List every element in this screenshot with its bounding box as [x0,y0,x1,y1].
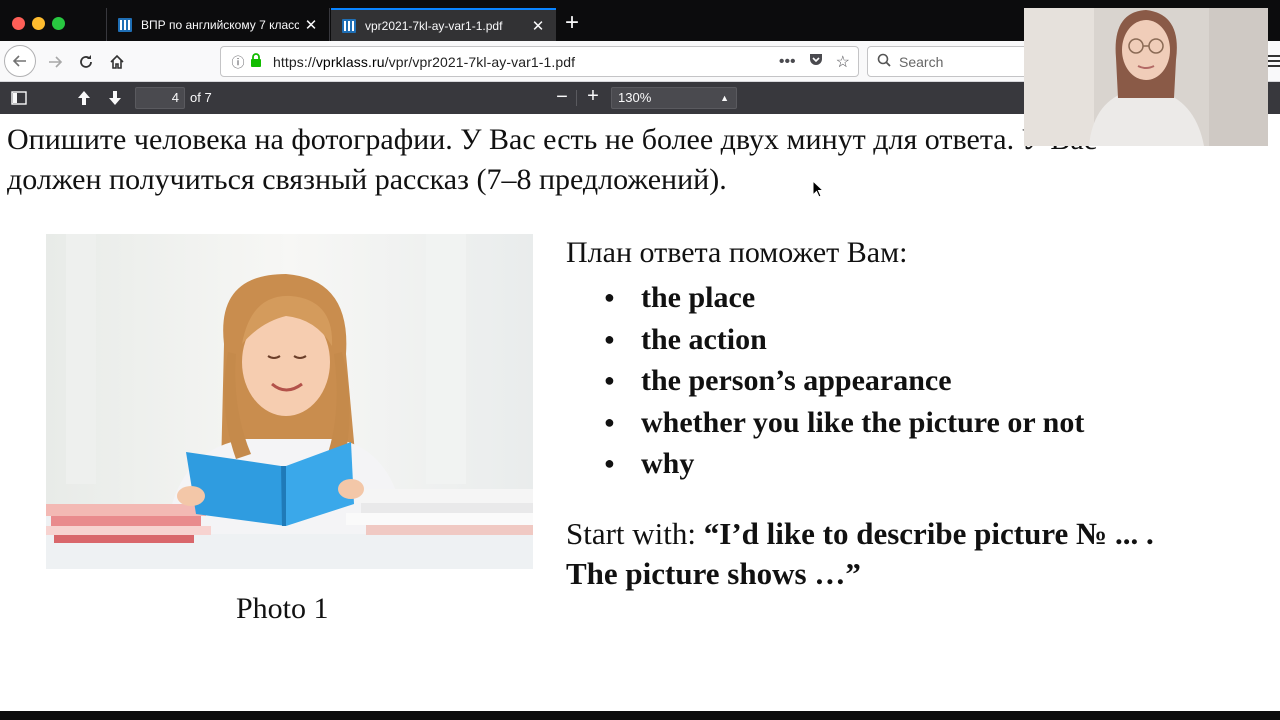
webcam-overlay [1024,8,1268,146]
tab-title: ВПР по английскому 7 класс 2 [141,17,299,32]
zoom-out-button[interactable]: − [553,86,571,109]
home-icon [110,54,124,69]
plan-title: План ответа поможет Вам: [566,236,908,269]
photo-girl-reading [46,234,533,569]
search-placeholder: Search [899,53,944,70]
tab-vpr-english[interactable]: ВПР по английскому 7 класс 2 ✕ [106,8,330,41]
info-icon[interactable]: ⓘ [227,52,249,71]
page-actions-icon[interactable]: ••• [779,53,796,71]
sidebar-toggle-icon[interactable] [10,89,28,107]
forward-button[interactable] [40,47,70,77]
next-page-icon[interactable] [106,89,124,107]
start-label: Start with: [566,516,704,551]
close-tab-icon[interactable]: ✕ [303,16,319,34]
url-text[interactable]: https://vprklass.ru/vpr/vpr2021-7kl-ay-v… [273,54,779,70]
pocket-icon[interactable] [808,51,824,72]
start-with-text: Start with: “I’d like to describe pictur… [566,514,1266,594]
site-favicon-icon [117,17,133,33]
back-button[interactable] [4,45,36,77]
instruction-line-2: должен получиться связный рассказ (7–8 п… [7,163,727,196]
window-maximize-button[interactable] [52,17,65,30]
search-icon [877,53,891,70]
start-quote-line-1: “I’d like to describe picture № ... . [703,516,1154,551]
zoom-in-button[interactable]: + [584,85,602,108]
list-item: the action [604,319,1084,361]
pdf-page: Опишите человека на фотографии. У Вас ес… [0,114,1280,711]
menu-icon[interactable] [1266,54,1280,73]
previous-page-icon[interactable] [75,89,93,107]
start-quote-line-2: The picture shows …” [566,556,861,591]
close-tab-icon[interactable]: ✕ [530,17,546,35]
bottom-edge [0,711,1280,720]
zoom-value: 130% [618,90,652,105]
site-favicon-icon [341,18,357,34]
scrollbar[interactable] [1267,114,1280,711]
arrow-right-icon [49,56,63,68]
reload-button[interactable] [71,47,101,77]
url-path: /vpr/vpr2021-7kl-ay-var1-1.pdf [384,53,576,70]
list-item: the place [604,277,1084,319]
list-item: why [604,443,1084,485]
address-bar[interactable]: ⓘ https://vprklass.ru/vpr/vpr2021-7kl-ay… [220,46,859,77]
page-count-label: of 7 [190,90,212,105]
tab-title: vpr2021-7kl-ay-var1-1.pdf [365,18,503,33]
zoom-divider [576,90,577,106]
mouse-cursor-icon [812,180,824,198]
reload-icon [80,55,92,68]
bookmark-star-icon[interactable]: ☆ [836,52,850,72]
arrow-left-icon [12,55,26,67]
page-number-input[interactable]: 4 [135,87,185,109]
window-minimize-button[interactable] [32,17,45,30]
url-scheme: https:// [273,53,316,70]
tab-pdf-document[interactable]: vpr2021-7kl-ay-var1-1.pdf ✕ [331,8,556,41]
new-tab-button[interactable]: + [562,11,582,35]
photo-caption: Photo 1 [236,592,329,625]
list-item: whether you like the picture or not [604,402,1084,444]
zoom-select[interactable]: 130% ▲▼ [611,87,737,123]
plan-list: the place the action the person’s appear… [604,277,1084,485]
url-host: vprklass.ru [315,53,385,70]
lock-icon[interactable] [249,52,267,71]
home-button[interactable] [102,47,132,77]
list-item: the person’s appearance [604,360,1084,402]
window-close-button[interactable] [12,17,25,30]
